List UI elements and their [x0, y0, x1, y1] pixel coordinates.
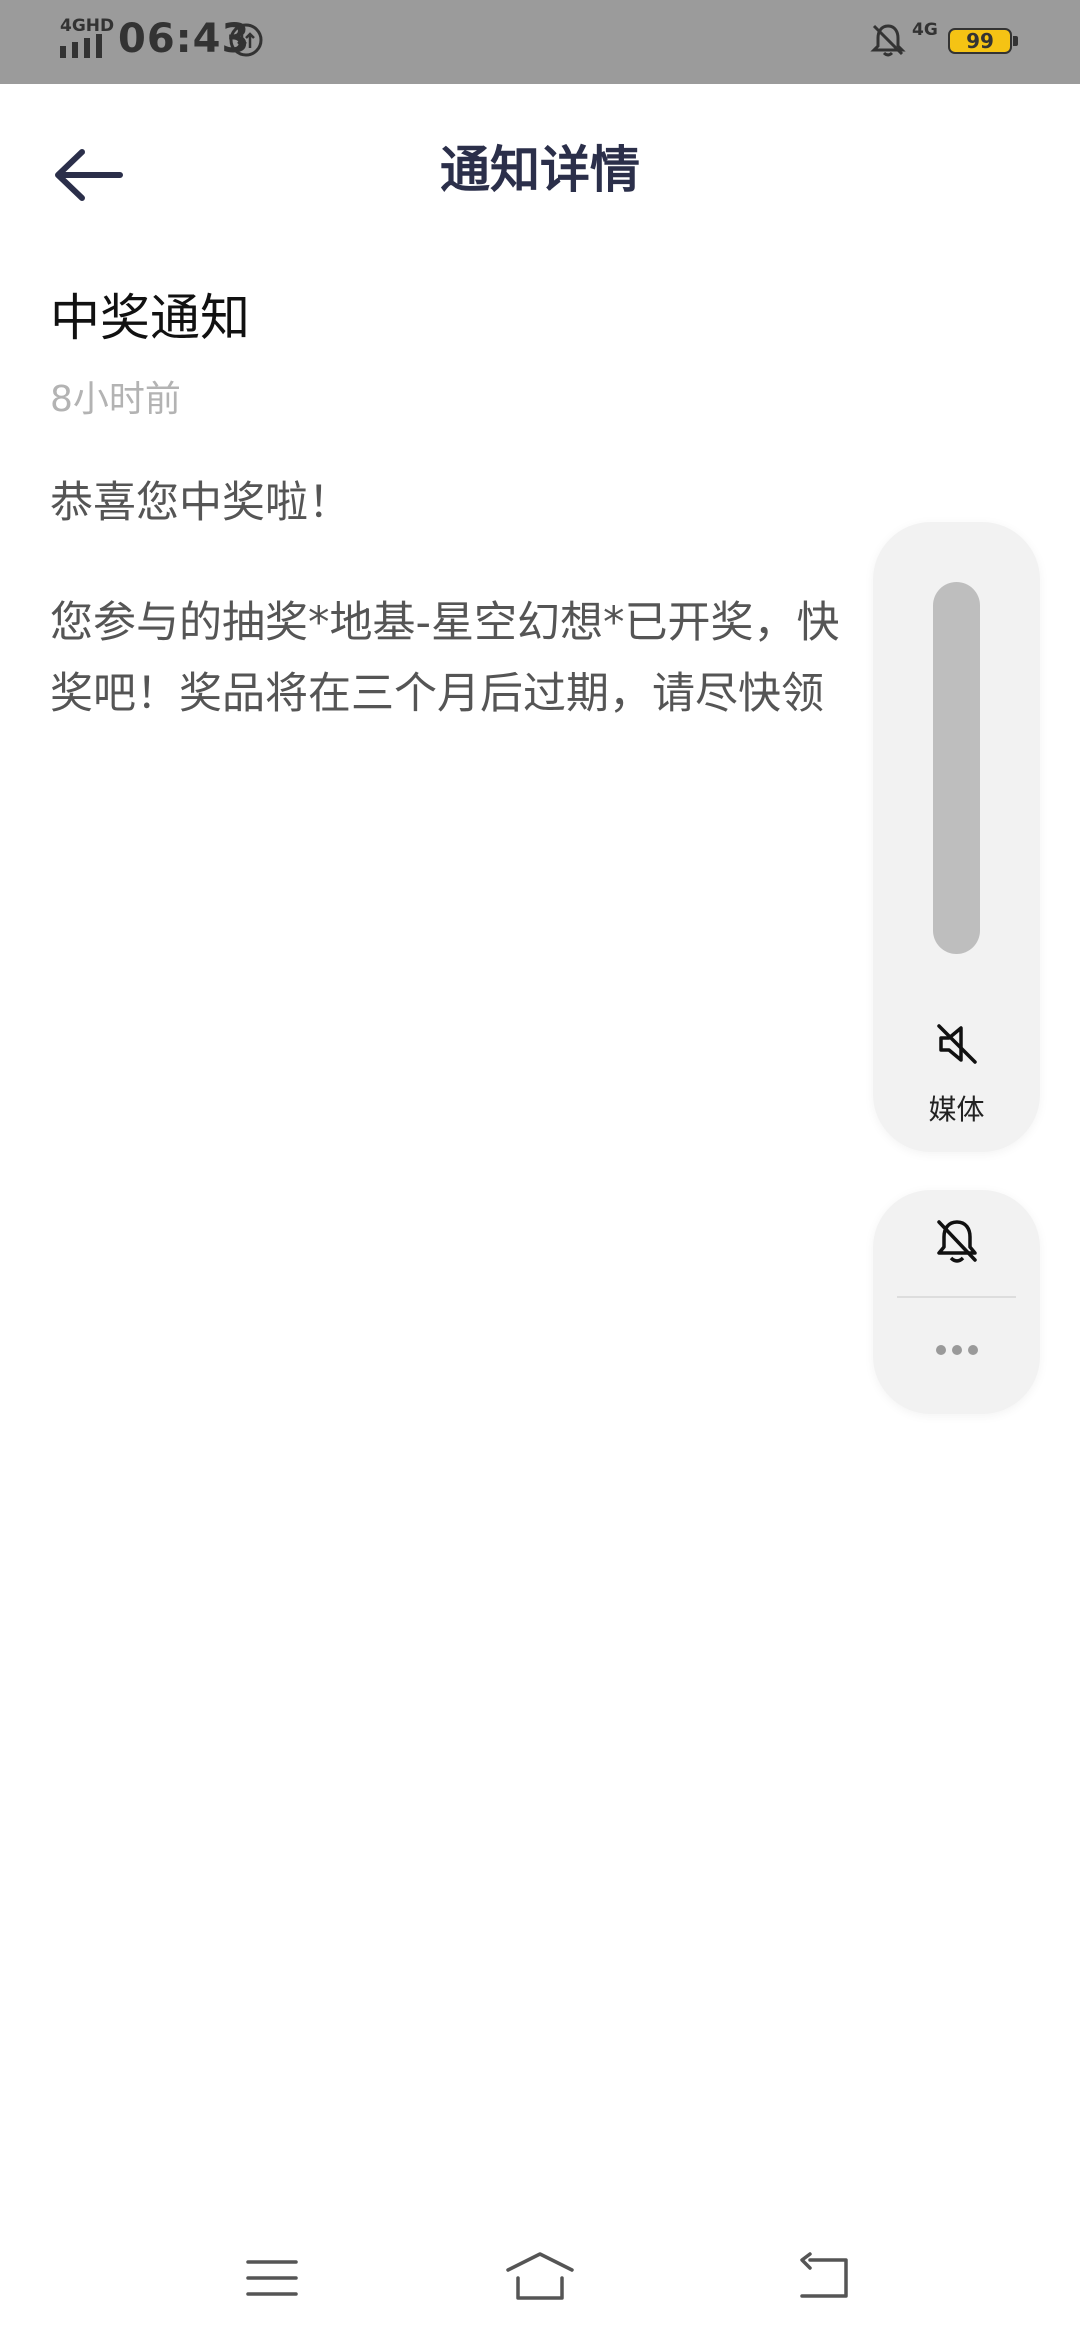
menu-icon[interactable]	[244, 2256, 300, 2300]
notice-greeting: 恭喜您中奖啦！	[50, 478, 351, 528]
volume-slider[interactable]	[933, 582, 980, 954]
volume-media-label: 媒体	[928, 1093, 985, 1126]
back-icon[interactable]	[796, 2252, 852, 2300]
status-bar: 4GHD 06:43 4G 99	[0, 0, 1080, 84]
battery-tip	[1013, 36, 1018, 46]
battery-icon: 99	[948, 28, 1022, 58]
speaker-mute-icon[interactable]	[931, 1018, 983, 1070]
network-type-label-right: 4G	[912, 20, 938, 40]
volume-ring-panel	[873, 1190, 1040, 1414]
volume-media-panel: 媒体	[873, 522, 1040, 1152]
bell-off-icon	[870, 24, 906, 57]
divider	[897, 1296, 1016, 1298]
battery-level: 99	[948, 28, 1012, 54]
page-title: 通知详情	[440, 141, 640, 199]
bell-off-icon[interactable]	[931, 1214, 983, 1270]
notice-timestamp: 8小时前	[50, 379, 181, 420]
data-saver-icon	[229, 23, 263, 57]
more-dots-icon[interactable]	[931, 1340, 983, 1360]
notice-title: 中奖通知	[50, 289, 250, 347]
signal-icon	[60, 34, 102, 58]
home-icon[interactable]	[504, 2248, 576, 2304]
